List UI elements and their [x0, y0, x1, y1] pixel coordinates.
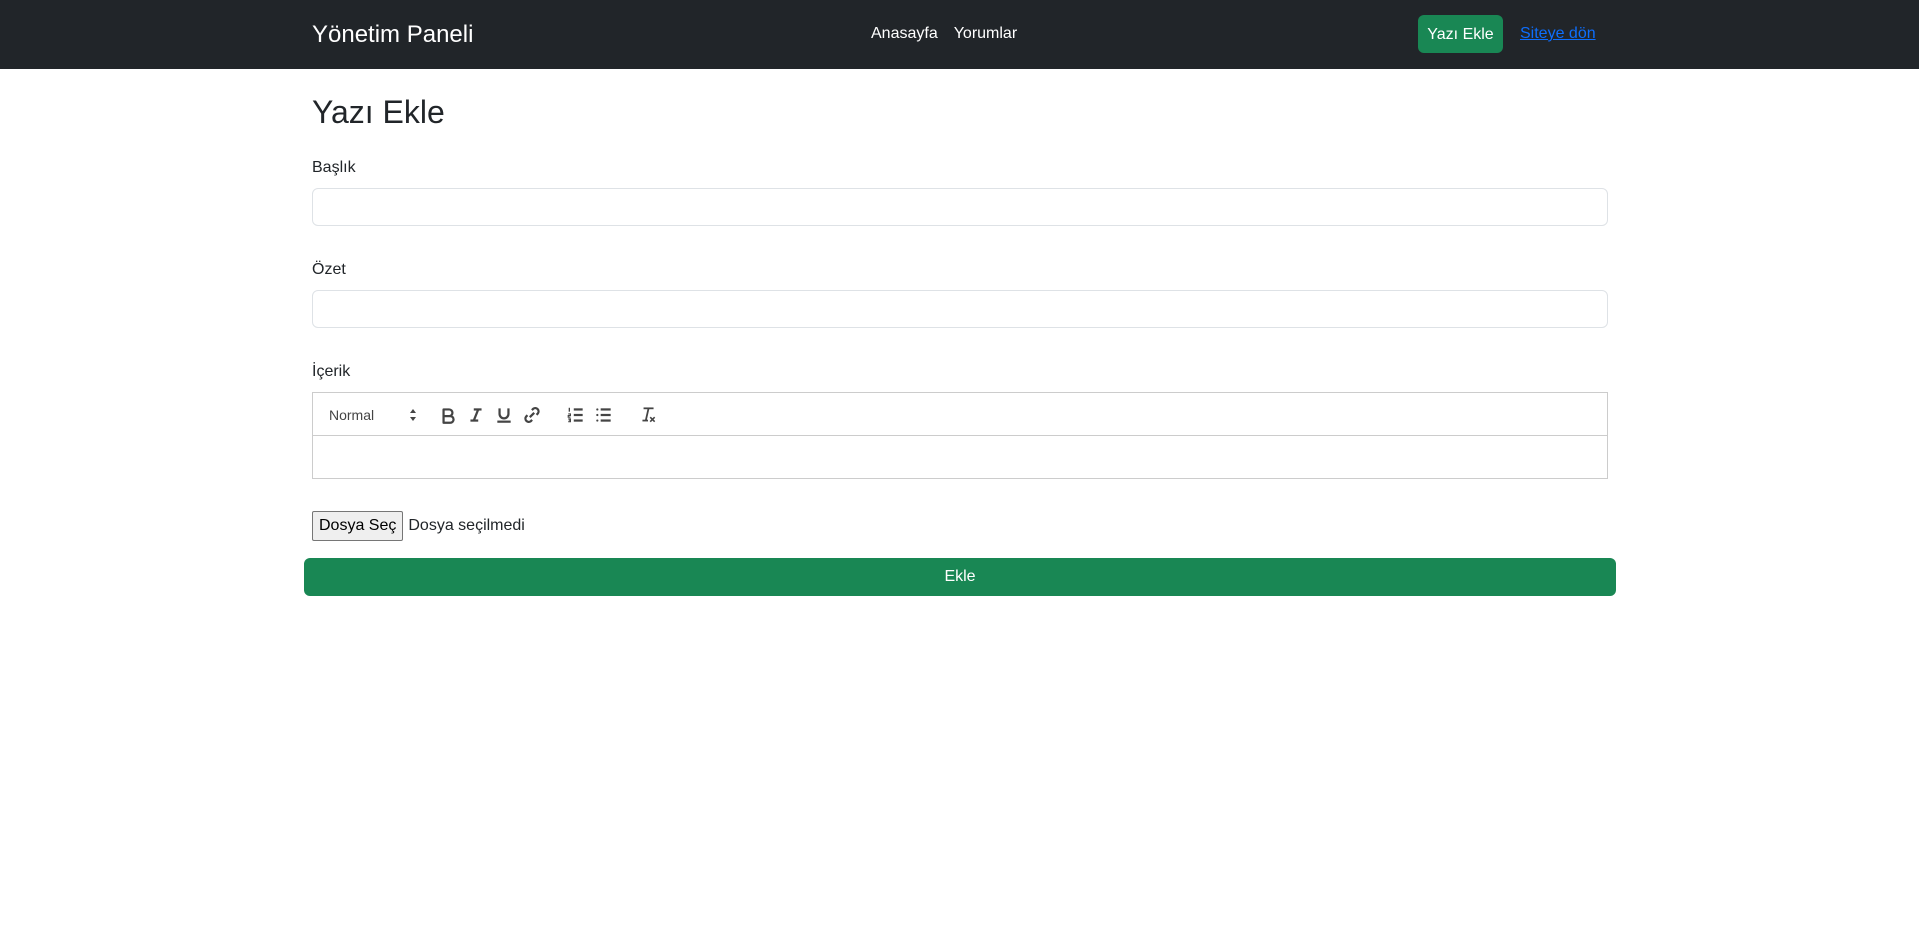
clear-format-icon[interactable] — [638, 405, 658, 425]
back-to-site-link[interactable]: Siteye dön — [1520, 22, 1596, 46]
editor-content-area[interactable] — [313, 436, 1607, 478]
rich-text-editor: Normal — [312, 392, 1608, 479]
bold-icon[interactable] — [438, 405, 458, 425]
top-navbar: Yönetim Paneli Anasayfa Yorumlar Yazı Ek… — [0, 0, 1919, 69]
editor-toolbar: Normal — [313, 393, 1607, 436]
link-icon[interactable] — [522, 405, 542, 425]
italic-icon[interactable] — [466, 405, 486, 425]
title-input[interactable] — [312, 188, 1608, 226]
brand-title[interactable]: Yönetim Paneli — [312, 20, 473, 50]
ordered-list-icon[interactable] — [566, 405, 586, 425]
content-label: İçerik — [312, 363, 351, 380]
nav-links: Anasayfa Yorumlar — [871, 22, 1017, 46]
submit-button[interactable]: Ekle — [304, 558, 1616, 596]
title-label: Başlık — [312, 159, 356, 176]
nav-link-home[interactable]: Anasayfa — [871, 22, 938, 46]
nav-link-comments[interactable]: Yorumlar — [954, 22, 1017, 46]
select-arrows-icon — [410, 409, 416, 421]
file-status-text: Dosya seçilmedi — [408, 517, 525, 534]
heading-select-value: Normal — [329, 407, 375, 423]
file-upload: Dosya Seç Dosya seçilmedi — [312, 511, 525, 541]
add-post-nav-button[interactable]: Yazı Ekle — [1418, 15, 1503, 53]
choose-file-button[interactable]: Dosya Seç — [312, 511, 404, 541]
underline-icon[interactable] — [494, 405, 514, 425]
bullet-list-icon[interactable] — [594, 405, 614, 425]
heading-select[interactable]: Normal — [329, 405, 417, 425]
page-title: Yazı Ekle — [312, 94, 445, 130]
summary-input[interactable] — [312, 290, 1608, 328]
summary-label: Özet — [312, 261, 346, 278]
